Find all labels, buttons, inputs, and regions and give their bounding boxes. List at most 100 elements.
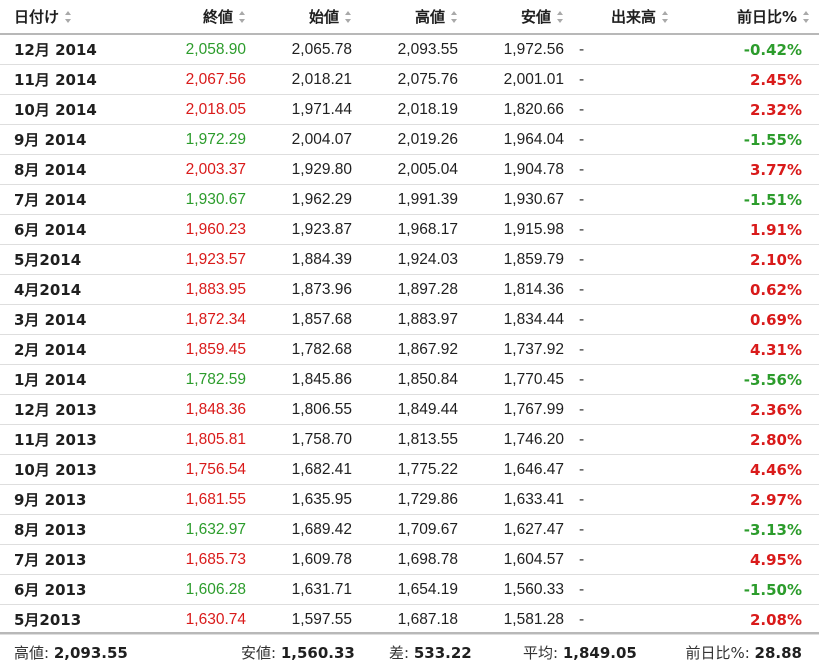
sort-icon[interactable]: [345, 10, 352, 23]
row-open: 1,971.44: [255, 94, 361, 125]
row-open: 1,873.96: [255, 274, 361, 305]
sort-icon[interactable]: [451, 10, 458, 23]
row-low: 1,767.99: [467, 394, 573, 425]
table-row: 9月 2014 1,972.29 2,004.07 2,019.26 1,964.04-…: [0, 124, 819, 155]
table-row: 4月2014 1,883.95 1,873.96 1,897.28 1,814.36-0…: [0, 274, 819, 305]
row-open: 2,004.07: [255, 124, 361, 155]
column-header-open[interactable]: 始値: [255, 0, 361, 35]
row-date: 8月 2014: [0, 154, 120, 185]
column-header-volume[interactable]: 出来高: [573, 0, 678, 35]
row-change: 0.62%: [678, 274, 819, 305]
column-header-date[interactable]: 日付け: [0, 0, 120, 35]
summary-diff-label: 差:: [389, 644, 410, 662]
row-close: 1,930.67: [120, 184, 255, 215]
row-high: 1,709.67: [361, 514, 467, 545]
row-date: 2月 2014: [0, 334, 120, 365]
sort-icon[interactable]: [557, 10, 564, 23]
summary-average-label: 平均:: [523, 644, 559, 662]
row-date: 5月2013: [0, 604, 120, 635]
sort-icon[interactable]: [65, 10, 72, 23]
row-open: 1,782.68: [255, 334, 361, 365]
row-volume: -: [573, 364, 678, 395]
row-low: 1,581.28: [467, 604, 573, 635]
row-volume: -: [573, 484, 678, 515]
row-change: 2.97%: [678, 484, 819, 515]
column-header-volume-label: 出来高: [610, 8, 656, 26]
column-header-close-label: 終値: [202, 8, 233, 26]
sort-icon[interactable]: [239, 10, 246, 23]
row-low: 1,604.57: [467, 544, 573, 575]
table-row: 1月 2014 1,782.59 1,845.86 1,850.84 1,770.45-…: [0, 364, 819, 395]
table-row: 6月 2014 1,960.23 1,923.87 1,968.17 1,915.98-…: [0, 214, 819, 245]
row-high: 2,018.19: [361, 94, 467, 125]
table-row: 10月 2013 1,756.54 1,682.41 1,775.22 1,646.47…: [0, 454, 819, 485]
row-volume: -: [573, 274, 678, 305]
row-low: 1,820.66: [467, 94, 573, 125]
row-close: 1,756.54: [120, 454, 255, 485]
column-header-low[interactable]: 安値: [467, 0, 573, 35]
row-high: 1,654.19: [361, 574, 467, 605]
row-change: 2.32%: [678, 94, 819, 125]
row-date: 12月 2013: [0, 394, 120, 425]
table-row: 7月 2013 1,685.73 1,609.78 1,698.78 1,604.57-…: [0, 544, 819, 575]
row-change: 2.08%: [678, 604, 819, 635]
summary-low: 安値: 1,560.33: [241, 642, 355, 663]
table-row: 11月 2013 1,805.81 1,758.70 1,813.55 1,746.20…: [0, 424, 819, 455]
row-close: 1,606.28: [120, 574, 255, 605]
table-row: 12月 2014 2,058.90 2,065.78 2,093.55 1,972.56…: [0, 34, 819, 65]
row-open: 1,597.55: [255, 604, 361, 635]
row-close: 1,782.59: [120, 364, 255, 395]
row-change: 2.36%: [678, 394, 819, 425]
row-date: 6月 2013: [0, 574, 120, 605]
summary-average-value: 1,849.05: [562, 644, 637, 662]
row-date: 7月 2013: [0, 544, 120, 575]
row-low: 1,904.78: [467, 154, 573, 185]
summary-low-value: 1,560.33: [280, 644, 355, 662]
row-open: 1,635.95: [255, 484, 361, 515]
column-header-change-label: 前日比%: [736, 8, 797, 26]
row-close: 1,632.97: [120, 514, 255, 545]
row-open: 1,631.71: [255, 574, 361, 605]
row-change: -1.50%: [678, 574, 819, 605]
row-low: 1,964.04: [467, 124, 573, 155]
row-high: 1,883.97: [361, 304, 467, 335]
table-header: 日付け 終値 始値 高値 安値 出来高 前日比%: [0, 0, 819, 35]
row-change: 2.80%: [678, 424, 819, 455]
row-high: 1,687.18: [361, 604, 467, 635]
table-row: 3月 2014 1,872.34 1,857.68 1,883.97 1,834.44-…: [0, 304, 819, 335]
row-change: 3.77%: [678, 154, 819, 185]
row-close: 1,883.95: [120, 274, 255, 305]
row-close: 1,859.45: [120, 334, 255, 365]
row-high: 2,093.55: [361, 34, 467, 65]
row-volume: -: [573, 244, 678, 275]
summary-diff-value: 533.22: [413, 644, 472, 662]
row-low: 1,746.20: [467, 424, 573, 455]
row-change: 4.31%: [678, 334, 819, 365]
row-low: 1,737.92: [467, 334, 573, 365]
row-volume: -: [573, 64, 678, 95]
table-row: 11月 2014 2,067.56 2,018.21 2,075.76 2,001.01…: [0, 64, 819, 95]
row-change: 4.95%: [678, 544, 819, 575]
row-close: 1,960.23: [120, 214, 255, 245]
column-header-close[interactable]: 終値: [120, 0, 255, 35]
row-date: 5月2014: [0, 244, 120, 275]
summary-high-value: 2,093.55: [53, 644, 128, 662]
sort-icon[interactable]: [662, 10, 669, 23]
row-volume: -: [573, 304, 678, 335]
summary-average: 平均: 1,849.05: [523, 642, 637, 663]
sort-icon[interactable]: [803, 10, 810, 23]
summary-change-value: 28.88: [754, 644, 802, 662]
row-close: 1,805.81: [120, 424, 255, 455]
column-header-change[interactable]: 前日比%: [678, 0, 819, 35]
row-volume: -: [573, 34, 678, 65]
row-volume: -: [573, 154, 678, 185]
row-date: 1月 2014: [0, 364, 120, 395]
row-high: 1,968.17: [361, 214, 467, 245]
row-date: 9月 2013: [0, 484, 120, 515]
table-row: 5月2013 1,630.74 1,597.55 1,687.18 1,581.28-2…: [0, 604, 819, 635]
row-high: 1,813.55: [361, 424, 467, 455]
row-low: 1,972.56: [467, 34, 573, 65]
row-high: 1,849.44: [361, 394, 467, 425]
row-volume: -: [573, 124, 678, 155]
column-header-high[interactable]: 高値: [361, 0, 467, 35]
